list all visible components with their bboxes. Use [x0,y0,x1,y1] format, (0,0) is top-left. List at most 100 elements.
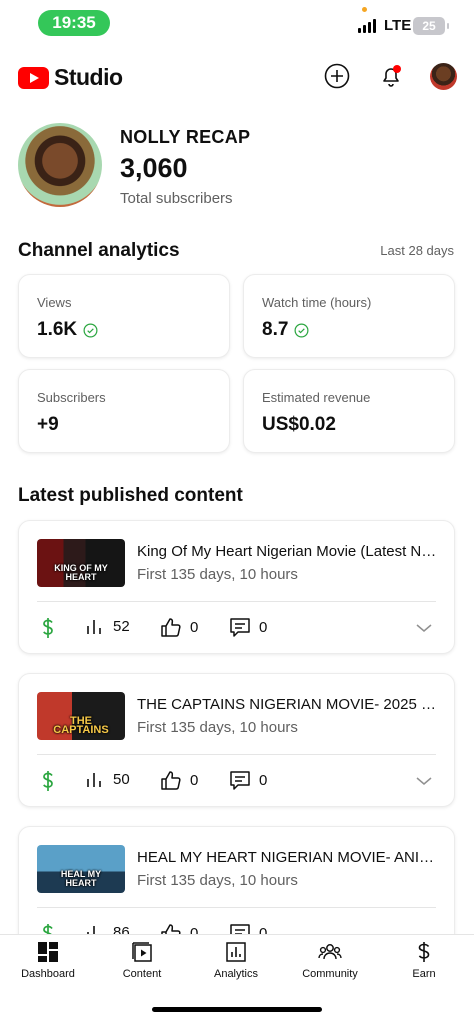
earn-icon [418,942,430,962]
channel-name: NOLLY RECAP [120,127,251,147]
card-label: Estimated revenue [262,390,371,405]
comment-icon [230,618,250,637]
studio-logo[interactable]: Studio [18,64,123,91]
divider [37,601,436,602]
video-title: THE CAPTAINS NIGERIAN MOVIE- 2025 LATEST [137,696,442,713]
chevron-down-icon [416,777,432,785]
monetization-status[interactable] [41,770,55,792]
subscriber-count: 3,060 [120,153,188,183]
card-label: Watch time (hours) [262,295,372,310]
create-button[interactable] [323,62,351,90]
channel-summary: NOLLY RECAP 3,060 Total subscribers [0,122,474,212]
camera-indicator-icon [362,7,367,12]
comments-count: 0 [259,618,268,636]
video-stats: 52 0 0 [37,617,437,639]
thumbnail-text: THE CAPTAINS [53,715,109,736]
content-icon [132,942,152,962]
bell-icon [383,65,401,87]
card-value: US$0.02 [262,414,336,435]
card-label: Subscribers [37,390,106,405]
thumbs-up-icon [161,771,181,790]
check-circle-icon [83,323,98,337]
video-title: King Of My Heart Nigerian Movie (Latest … [137,543,442,560]
video-thumbnail[interactable]: HEAL MY HEART [37,845,125,893]
analytics-period: Last 28 days [380,243,454,258]
divider [37,907,436,908]
subscriber-label: Total subscribers [120,190,233,207]
divider [37,754,436,755]
views-stat: 52 [85,617,130,635]
nav-label: Analytics [213,968,259,980]
thumbnail-text: HEAL MY HEART [60,869,102,888]
expand-button[interactable] [415,772,433,790]
status-bar: 19:35 LTE 25 [0,0,474,46]
watch-time-card[interactable]: Watch time (hours) 8.7 [243,274,455,358]
revenue-card[interactable]: Estimated revenue US$0.02 [243,369,455,453]
nav-earn[interactable]: Earn [377,941,471,980]
analytics-title: Channel analytics [18,240,180,261]
views-count: 50 [113,770,130,788]
subscribers-card[interactable]: Subscribers +9 [18,369,230,453]
app-header: Studio [0,56,474,98]
likes-count: 0 [190,618,199,636]
home-indicator[interactable] [152,1007,322,1012]
video-title: HEAL MY HEART NIGERIAN MOVIE- ANITA JOSE… [137,849,442,866]
comments-stat: 0 [229,617,267,637]
video-thumbnail[interactable]: THE CAPTAINS [37,692,125,740]
video-card[interactable]: KING OF MY HEART King Of My Heart Nigeri… [18,520,455,654]
video-period: First 135 days, 10 hours [137,872,298,889]
nav-label: Earn [412,968,436,980]
likes-stat: 0 [160,770,198,790]
check-circle-icon [294,323,309,337]
card-value: 1.6K [37,319,78,340]
nav-dashboard[interactable]: Dashboard [1,941,95,980]
card-value-row: 1.6K [37,319,98,341]
card-value: 8.7 [262,319,289,340]
video-card[interactable]: THE CAPTAINS THE CAPTAINS NIGERIAN MOVIE… [18,673,455,807]
status-time: 19:35 [38,10,110,36]
comments-count: 0 [259,771,268,789]
nav-label: Content [122,968,162,980]
dollar-icon [43,618,53,638]
views-stat: 50 [85,770,130,788]
battery-icon: 25 [413,17,449,35]
likes-stat: 0 [160,617,198,637]
card-label: Views [37,295,72,310]
community-icon [318,944,342,960]
plus-circle-icon [324,63,350,89]
account-avatar[interactable] [430,63,457,90]
card-value: +9 [37,414,59,435]
nav-content[interactable]: Content [95,941,189,980]
youtube-logo-icon [18,66,49,89]
dollar-icon [43,771,53,791]
video-period: First 135 days, 10 hours [137,719,298,736]
comments-stat: 0 [229,770,267,790]
dashboard-icon [38,942,58,962]
notifications-button[interactable] [377,62,405,90]
chevron-down-icon [416,624,432,632]
logo-text: Studio [54,64,123,90]
nav-community[interactable]: Community [283,941,377,980]
comment-icon [230,771,250,790]
latest-content-title: Latest published content [18,485,243,506]
network-type: LTE [384,17,412,34]
views-count: 52 [113,617,130,635]
likes-count: 0 [190,771,199,789]
card-value-row: 8.7 [262,319,309,341]
nav-analytics[interactable]: Analytics [189,941,283,980]
nav-label: Community [302,968,358,980]
video-stats: 50 0 0 [37,770,437,792]
bar-chart-icon [87,773,101,787]
thumbs-up-icon [161,618,181,637]
expand-button[interactable] [415,619,433,637]
analytics-icon [226,942,246,962]
monetization-status[interactable] [41,617,55,639]
nav-label: Dashboard [21,968,75,980]
thumbnail-text: KING OF MY HEART [54,563,108,582]
views-card[interactable]: Views 1.6K [18,274,230,358]
bar-chart-icon [87,620,101,634]
video-thumbnail[interactable]: KING OF MY HEART [37,539,125,587]
signal-icon [358,19,376,33]
video-period: First 135 days, 10 hours [137,566,298,583]
channel-avatar [18,123,102,207]
